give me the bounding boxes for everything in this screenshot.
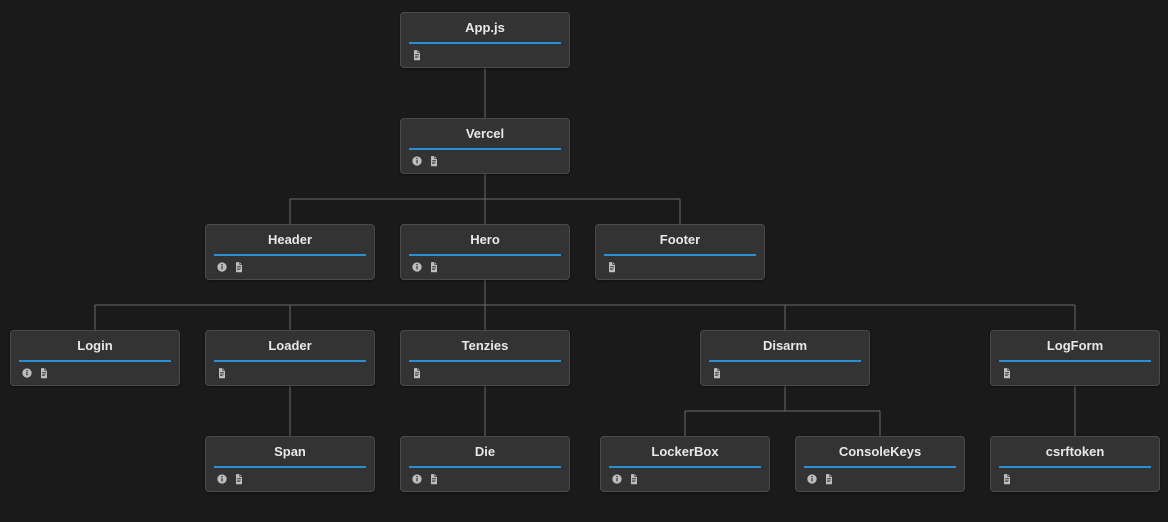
info-icon bbox=[21, 367, 33, 379]
node-title: Login bbox=[19, 332, 171, 362]
node-icons bbox=[401, 150, 569, 173]
node-title: Hero bbox=[409, 226, 561, 256]
node-icons bbox=[401, 468, 569, 491]
node-title: Vercel bbox=[409, 120, 561, 150]
info-icon bbox=[216, 473, 228, 485]
node-logform[interactable]: LogForm bbox=[990, 330, 1160, 386]
document-icon bbox=[233, 473, 245, 485]
node-span[interactable]: Span bbox=[205, 436, 375, 492]
document-icon bbox=[216, 367, 228, 379]
document-icon bbox=[428, 155, 440, 167]
document-icon bbox=[38, 367, 50, 379]
node-title: LockerBox bbox=[609, 438, 761, 468]
document-icon bbox=[411, 367, 423, 379]
node-icons bbox=[701, 362, 869, 385]
node-icons bbox=[401, 362, 569, 385]
node-title: ConsoleKeys bbox=[804, 438, 956, 468]
node-icons bbox=[11, 362, 179, 385]
node-icons bbox=[401, 256, 569, 279]
info-icon bbox=[411, 261, 423, 273]
document-icon bbox=[233, 261, 245, 273]
node-title: Footer bbox=[604, 226, 756, 256]
node-vercel[interactable]: Vercel bbox=[400, 118, 570, 174]
document-icon bbox=[823, 473, 835, 485]
document-icon bbox=[411, 49, 423, 61]
node-app[interactable]: App.js bbox=[400, 12, 570, 68]
document-icon bbox=[711, 367, 723, 379]
node-icons bbox=[596, 256, 764, 279]
node-title: Loader bbox=[214, 332, 366, 362]
node-icons bbox=[206, 256, 374, 279]
info-icon bbox=[216, 261, 228, 273]
node-title: Header bbox=[214, 226, 366, 256]
node-csrftoken[interactable]: csrftoken bbox=[990, 436, 1160, 492]
node-hero[interactable]: Hero bbox=[400, 224, 570, 280]
node-disarm[interactable]: Disarm bbox=[700, 330, 870, 386]
document-icon bbox=[428, 473, 440, 485]
node-title: App.js bbox=[409, 14, 561, 44]
diagram-canvas: App.js Vercel Header Hero Footer Login Loader T… bbox=[0, 0, 1168, 522]
node-lockerbox[interactable]: LockerBox bbox=[600, 436, 770, 492]
document-icon bbox=[606, 261, 618, 273]
node-die[interactable]: Die bbox=[400, 436, 570, 492]
node-title: Disarm bbox=[709, 332, 861, 362]
node-loader[interactable]: Loader bbox=[205, 330, 375, 386]
node-icons bbox=[401, 44, 569, 67]
document-icon bbox=[428, 261, 440, 273]
node-icons bbox=[206, 468, 374, 491]
node-login[interactable]: Login bbox=[10, 330, 180, 386]
node-title: Tenzies bbox=[409, 332, 561, 362]
document-icon bbox=[1001, 367, 1013, 379]
node-icons bbox=[991, 468, 1159, 491]
document-icon bbox=[1001, 473, 1013, 485]
node-icons bbox=[991, 362, 1159, 385]
node-icons bbox=[796, 468, 964, 491]
node-icons bbox=[601, 468, 769, 491]
node-icons bbox=[206, 362, 374, 385]
node-consolekeys[interactable]: ConsoleKeys bbox=[795, 436, 965, 492]
info-icon bbox=[411, 473, 423, 485]
node-header[interactable]: Header bbox=[205, 224, 375, 280]
info-icon bbox=[411, 155, 423, 167]
node-title: csrftoken bbox=[999, 438, 1151, 468]
node-footer[interactable]: Footer bbox=[595, 224, 765, 280]
info-icon bbox=[806, 473, 818, 485]
document-icon bbox=[628, 473, 640, 485]
info-icon bbox=[611, 473, 623, 485]
node-title: LogForm bbox=[999, 332, 1151, 362]
node-title: Die bbox=[409, 438, 561, 468]
node-tenzies[interactable]: Tenzies bbox=[400, 330, 570, 386]
node-title: Span bbox=[214, 438, 366, 468]
